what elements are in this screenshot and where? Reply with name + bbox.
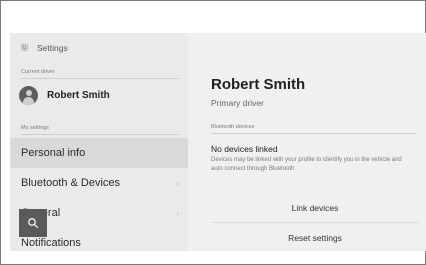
chevron-right-icon: ›	[176, 208, 179, 218]
app-frame: Settings Current driver Robert Smith My …	[0, 0, 426, 265]
sidebar-item-label: Personal info	[21, 147, 86, 159]
reset-settings-button[interactable]: Reset settings	[211, 228, 419, 248]
sidebar-item-personal-info[interactable]: Personal info	[10, 138, 188, 168]
divider	[211, 133, 416, 134]
current-driver-label: Current driver	[21, 69, 55, 75]
chevron-right-icon: ›	[176, 178, 179, 188]
divider	[21, 78, 179, 79]
bluetooth-section-label: Bluetooth devices	[211, 124, 255, 130]
sidebar-item-label: Bluetooth & Devices	[21, 177, 121, 189]
settings-header-label: Settings	[37, 42, 68, 53]
settings-screen: Settings Current driver Robert Smith My …	[10, 33, 426, 251]
current-driver[interactable]: Robert Smith	[19, 86, 110, 105]
divider	[21, 134, 179, 135]
current-driver-name: Robert Smith	[47, 90, 110, 101]
settings-header: Settings	[19, 42, 68, 53]
profile-name: Robert Smith	[211, 76, 306, 93]
profile-role: Primary driver	[211, 98, 264, 108]
person-icon	[19, 86, 38, 105]
main-panel: Robert Smith Primary driver Bluetooth de…	[188, 33, 426, 251]
search-button[interactable]	[19, 209, 47, 237]
no-devices-title: No devices linked	[211, 144, 278, 154]
sidebar-item-label: Notifications	[21, 237, 81, 249]
gear-icon	[20, 43, 29, 52]
sidebar-item-bluetooth-devices[interactable]: Bluetooth & Devices ›	[10, 168, 188, 198]
sidebar: Settings Current driver Robert Smith My …	[10, 33, 188, 251]
my-settings-label: My settings	[21, 125, 49, 131]
no-devices-description: Devices may be linked with your profile …	[211, 157, 402, 172]
search-icon	[28, 218, 39, 229]
divider	[211, 222, 419, 223]
link-devices-button[interactable]: Link devices	[211, 198, 419, 218]
